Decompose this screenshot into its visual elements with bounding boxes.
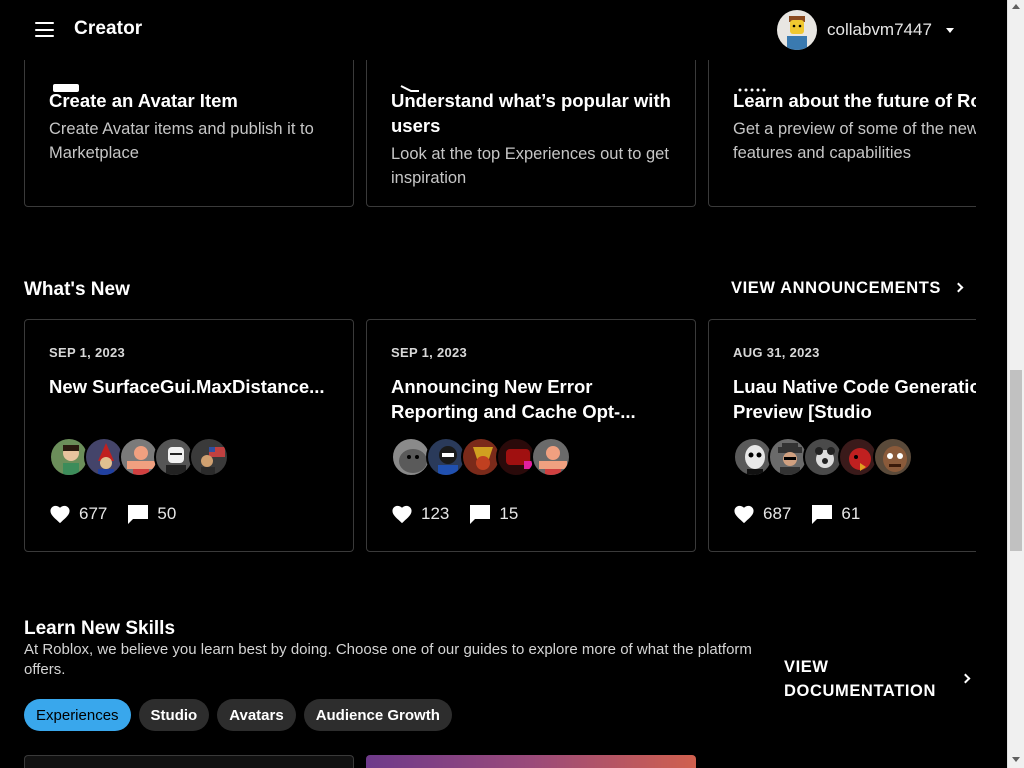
avatar xyxy=(119,437,159,477)
chevron-right-icon xyxy=(953,282,964,293)
main-content: Create an Avatar Item Create Avatar item… xyxy=(0,0,976,768)
scroll-thumb[interactable] xyxy=(1010,370,1022,551)
news-title: Announcing New Error Reporting and Cache… xyxy=(391,376,636,422)
news-title: New SurfaceGui.MaxDistance... xyxy=(49,376,325,397)
guide-card[interactable] xyxy=(366,755,696,768)
news-stats: 687 61 xyxy=(733,504,880,524)
avatar xyxy=(873,437,913,477)
comment-button[interactable]: 15 xyxy=(469,504,518,524)
chip-audience-growth[interactable]: Audience Growth xyxy=(303,699,452,731)
doc-link-line1: VIEW xyxy=(784,658,829,676)
chip-avatars[interactable]: Avatars xyxy=(217,699,296,731)
chip-experiences[interactable]: Experiences xyxy=(24,699,131,731)
scroll-down-arrow-icon[interactable] xyxy=(1012,757,1020,762)
view-announcements-label: VIEW ANNOUNCEMENTS xyxy=(731,279,942,297)
avatar xyxy=(154,437,194,477)
like-button[interactable]: 677 xyxy=(49,504,107,524)
comment-count: 61 xyxy=(841,504,861,523)
card-desc: Get a preview of some of the new feature… xyxy=(733,120,976,162)
like-button[interactable]: 123 xyxy=(391,504,449,524)
like-count: 687 xyxy=(763,504,792,523)
news-card[interactable]: SEP 1, 2023 New SurfaceGui.MaxDistance..… xyxy=(24,319,354,552)
avatar xyxy=(803,437,843,477)
news-date: SEP 1, 2023 xyxy=(49,345,126,360)
avatar xyxy=(496,437,536,477)
caret-down-icon xyxy=(945,27,954,33)
user-avatar xyxy=(777,10,817,50)
avatar xyxy=(426,437,466,477)
like-count: 677 xyxy=(79,504,108,523)
sparkle-icon xyxy=(738,88,766,92)
participant-avatars xyxy=(733,437,913,477)
card-title: Learn about the future of Roblox xyxy=(733,90,976,111)
comment-icon xyxy=(470,505,491,524)
learn-description: At Roblox, we believe you learn best by … xyxy=(24,641,752,678)
news-card[interactable]: SEP 1, 2023 Announcing New Error Reporti… xyxy=(366,319,696,552)
comment-icon xyxy=(128,505,149,524)
like-count: 123 xyxy=(421,504,450,523)
participant-avatars xyxy=(49,437,229,477)
card-desc: Create Avatar items and publish it to Ma… xyxy=(49,120,314,162)
avatar-item-icon xyxy=(53,84,79,92)
card-title: Create an Avatar Item xyxy=(49,90,238,111)
comment-count: 50 xyxy=(157,504,177,523)
chart-icon xyxy=(400,85,419,92)
avatar xyxy=(838,437,878,477)
chevron-right-icon xyxy=(960,673,971,684)
heart-icon xyxy=(392,505,412,524)
user-menu[interactable]: collabvm7447 xyxy=(777,10,954,50)
like-button[interactable]: 687 xyxy=(733,504,791,524)
comment-count: 15 xyxy=(499,504,519,523)
comment-button[interactable]: 50 xyxy=(127,504,176,524)
comment-icon xyxy=(812,505,833,524)
guide-card[interactable] xyxy=(24,755,354,768)
menu-icon[interactable] xyxy=(35,22,54,37)
avatar xyxy=(84,437,124,477)
news-date: AUG 31, 2023 xyxy=(733,345,820,360)
avatar xyxy=(768,437,808,477)
learn-new-skills-title: Learn New Skills xyxy=(24,618,176,639)
heart-icon xyxy=(734,505,754,524)
news-date: SEP 1, 2023 xyxy=(391,345,468,360)
avatar xyxy=(531,437,571,477)
username: collabvm7447 xyxy=(827,20,932,39)
view-announcements-link[interactable]: VIEW ANNOUNCEMENTS xyxy=(731,279,964,298)
top-header: Creator collabvm7447 xyxy=(0,0,1007,60)
comment-button[interactable]: 61 xyxy=(811,504,860,524)
avatar xyxy=(49,437,89,477)
news-stats: 677 50 xyxy=(49,504,196,524)
avatar xyxy=(189,437,229,477)
avatar xyxy=(461,437,501,477)
news-stats: 123 15 xyxy=(391,504,538,524)
page-scrollbar[interactable] xyxy=(1007,0,1024,768)
heart-icon xyxy=(50,505,70,524)
news-card[interactable]: AUG 31, 2023 Luau Native Code Generation… xyxy=(708,319,976,552)
whats-new-title: What's New xyxy=(24,279,130,300)
brand-title[interactable]: Creator xyxy=(74,18,142,40)
avatar xyxy=(391,437,431,477)
avatar xyxy=(733,437,773,477)
scroll-up-arrow-icon[interactable] xyxy=(1012,4,1020,9)
news-title: Luau Native Code Generation Preview [Stu… xyxy=(733,376,976,422)
doc-link-line2: DOCUMENTATION xyxy=(784,682,937,700)
guide-filter-chips: Experiences Studio Avatars Audience Grow… xyxy=(24,699,460,731)
card-title: Understand what’s popular with users xyxy=(391,90,671,136)
chip-studio[interactable]: Studio xyxy=(138,699,210,731)
card-desc: Look at the top Experiences out to get i… xyxy=(391,145,669,187)
view-documentation-link[interactable]: VIEW DOCUMENTATION xyxy=(784,655,936,703)
participant-avatars xyxy=(391,437,571,477)
